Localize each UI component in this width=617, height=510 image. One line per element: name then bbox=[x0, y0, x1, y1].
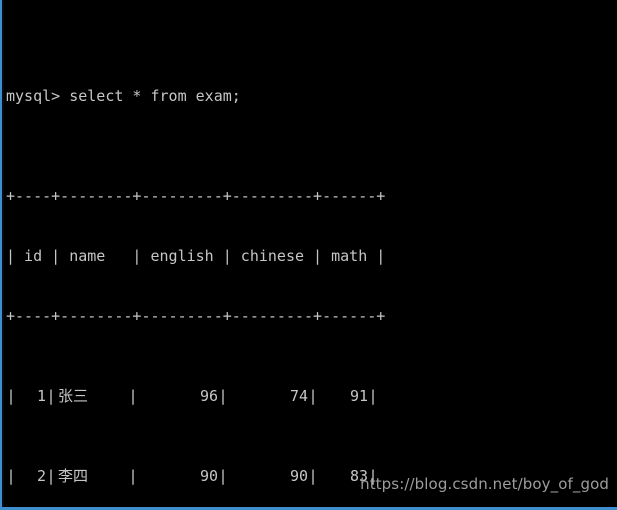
cell-english: 96 bbox=[199, 387, 218, 405]
table1-border-top: +----+--------+---------+---------+-----… bbox=[6, 187, 386, 205]
command-line-1: mysql> select * from exam; bbox=[6, 87, 241, 105]
table1-border-middle: +----+--------+---------+---------+-----… bbox=[6, 307, 386, 325]
table1-header-row: | id | name | english | chinese | math | bbox=[6, 247, 386, 265]
cell-name: 李四 bbox=[58, 467, 89, 485]
cell-id: 2 bbox=[36, 467, 46, 485]
cell-name: 张三 bbox=[58, 387, 89, 405]
cell-chinese: 90 bbox=[289, 467, 308, 485]
cell-math: 91 bbox=[349, 387, 368, 405]
cell-id: 1 bbox=[36, 387, 46, 405]
cell-chinese: 74 bbox=[289, 387, 308, 405]
cell-english: 90 bbox=[199, 467, 218, 485]
table-row: | 1| 张三 | 96| 74| 91| bbox=[6, 387, 378, 405]
mysql-console-window[interactable]: mysql> select * from exam; +----+-------… bbox=[0, 0, 617, 510]
terminal-output[interactable]: mysql> select * from exam; +----+-------… bbox=[4, 0, 617, 507]
watermark-url: https://blog.csdn.net/boy_of_god bbox=[360, 475, 609, 493]
